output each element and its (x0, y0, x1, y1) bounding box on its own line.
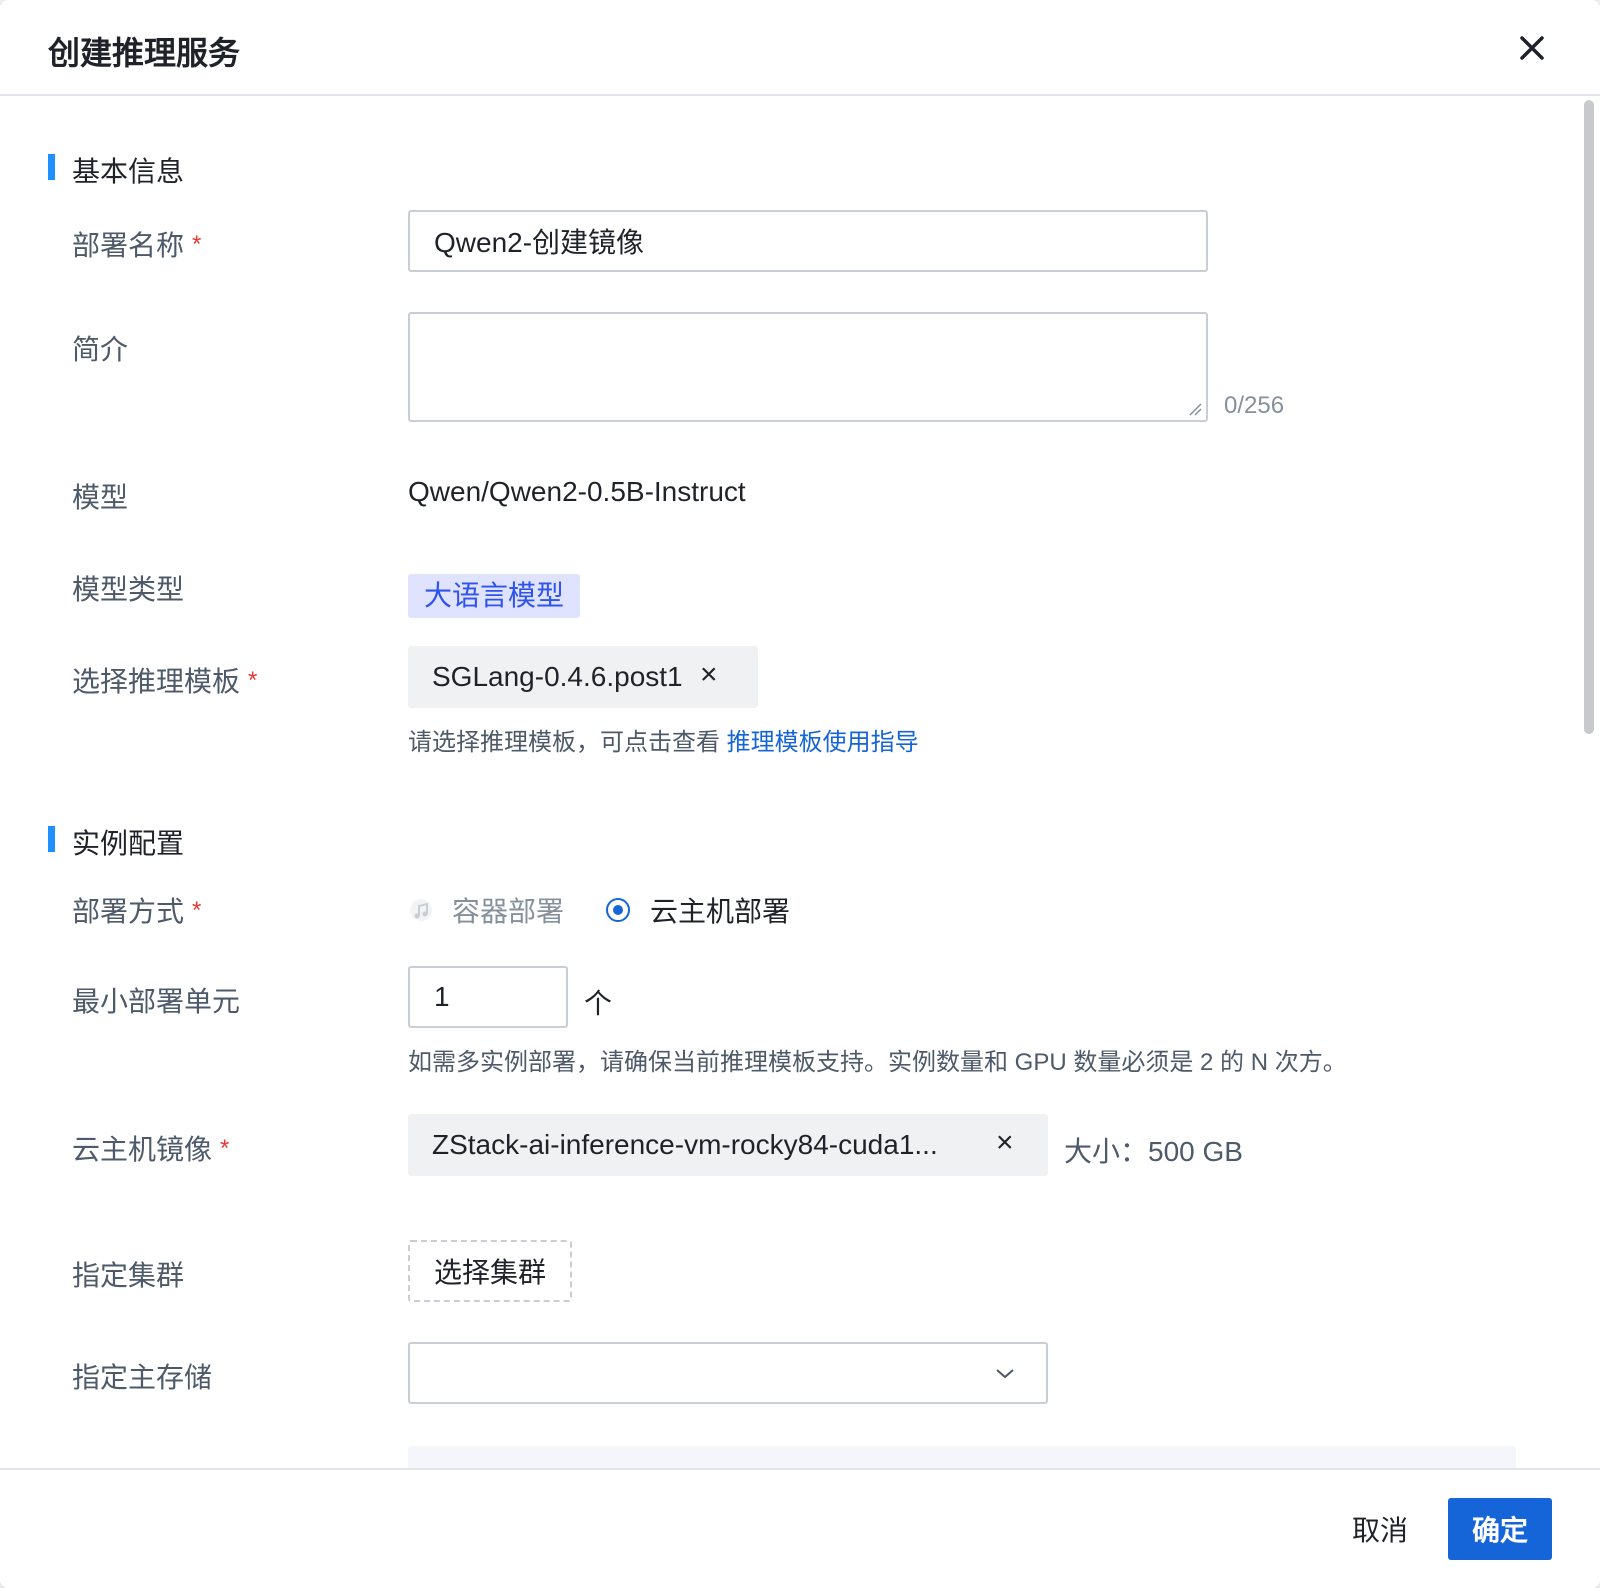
deploy-name-value: Qwen2-创建镜像 (434, 227, 645, 258)
close-icon[interactable] (1512, 28, 1552, 68)
min-unit-label: 最小部署单元 (72, 986, 241, 1017)
min-unit-help: 如需多实例部署，请确保当前推理模板支持。实例数量和 GPU 数量必须是 2 的 … (408, 1049, 1347, 1076)
resize-handle-icon[interactable] (1188, 402, 1202, 416)
template-value: SGLang-0.4.6.post1 (432, 661, 683, 692)
deploy-mode-radio-group: 容器部署 云主机部署 (408, 890, 790, 930)
select-cluster-button[interactable]: 选择集群 (408, 1240, 572, 1302)
min-unit-input[interactable]: 1 (408, 966, 568, 1028)
section-instance-config: 实例配置 (48, 822, 184, 862)
confirm-button[interactable]: 确定 (1448, 1498, 1552, 1560)
vm-image-select[interactable]: ZStack-ai-inference-vm-rocky84-cuda1... … (408, 1114, 1048, 1176)
model-label: 模型 (72, 482, 129, 513)
model-type-tag: 大语言模型 (408, 574, 581, 618)
deploy-mode-label: 部署方式 * (72, 896, 202, 927)
cancel-button[interactable]: 取消 (1336, 1498, 1424, 1560)
primary-storage-select[interactable] (408, 1342, 1048, 1404)
description-textarea[interactable] (408, 312, 1208, 422)
radio-container-deploy[interactable]: 容器部署 (408, 890, 564, 930)
info-panel (408, 1446, 1516, 1468)
template-select[interactable]: SGLang-0.4.6.post1 × (408, 646, 758, 708)
primary-storage-label: 指定主存储 (72, 1362, 213, 1393)
chevron-down-icon (996, 1369, 1014, 1379)
create-inference-dialog: 创建推理服务 基本信息 部署名称 * Qwen2-创建镜像 简介 0/256 模型… (0, 0, 1600, 1588)
dialog-footer: 取消 确定 (0, 1468, 1600, 1588)
vm-image-label: 云主机镜像 * (72, 1134, 230, 1165)
scrollbar-thumb[interactable] (1584, 100, 1594, 734)
model-type-label: 模型类型 (72, 574, 185, 605)
cluster-label: 指定集群 (72, 1260, 185, 1291)
dialog-body[interactable]: 基本信息 部署名称 * Qwen2-创建镜像 简介 0/256 模型 Qwen/Q… (0, 96, 1600, 1468)
radio-selected-icon (606, 898, 631, 922)
dialog-header: 创建推理服务 (0, 0, 1600, 96)
section-basic-info: 基本信息 (48, 150, 184, 190)
dialog-title: 创建推理服务 (48, 35, 241, 71)
template-help: 请选择推理模板，可点击查看 推理模板使用指导 (408, 729, 919, 756)
description-counter: 0/256 (1224, 392, 1285, 419)
template-guide-link[interactable]: 推理模板使用指导 (727, 729, 919, 756)
deploy-name-label: 部署名称 * (72, 230, 202, 261)
deploy-name-input[interactable]: Qwen2-创建镜像 (408, 210, 1208, 272)
model-value: Qwen/Qwen2-0.5B-Instruct (408, 476, 746, 507)
vm-image-value: ZStack-ai-inference-vm-rocky84-cuda1... (432, 1129, 938, 1160)
radio-vm-deploy[interactable]: 云主机部署 (606, 890, 790, 930)
template-label: 选择推理模板 * (72, 666, 258, 697)
music-note-icon (410, 899, 432, 921)
template-remove-icon[interactable]: × (700, 658, 718, 692)
min-unit-suffix: 个 (584, 988, 613, 1019)
vm-image-size: 大小：500 GB (1064, 1136, 1243, 1167)
description-label: 简介 (72, 334, 129, 365)
vm-image-remove-icon[interactable]: × (996, 1126, 1014, 1160)
